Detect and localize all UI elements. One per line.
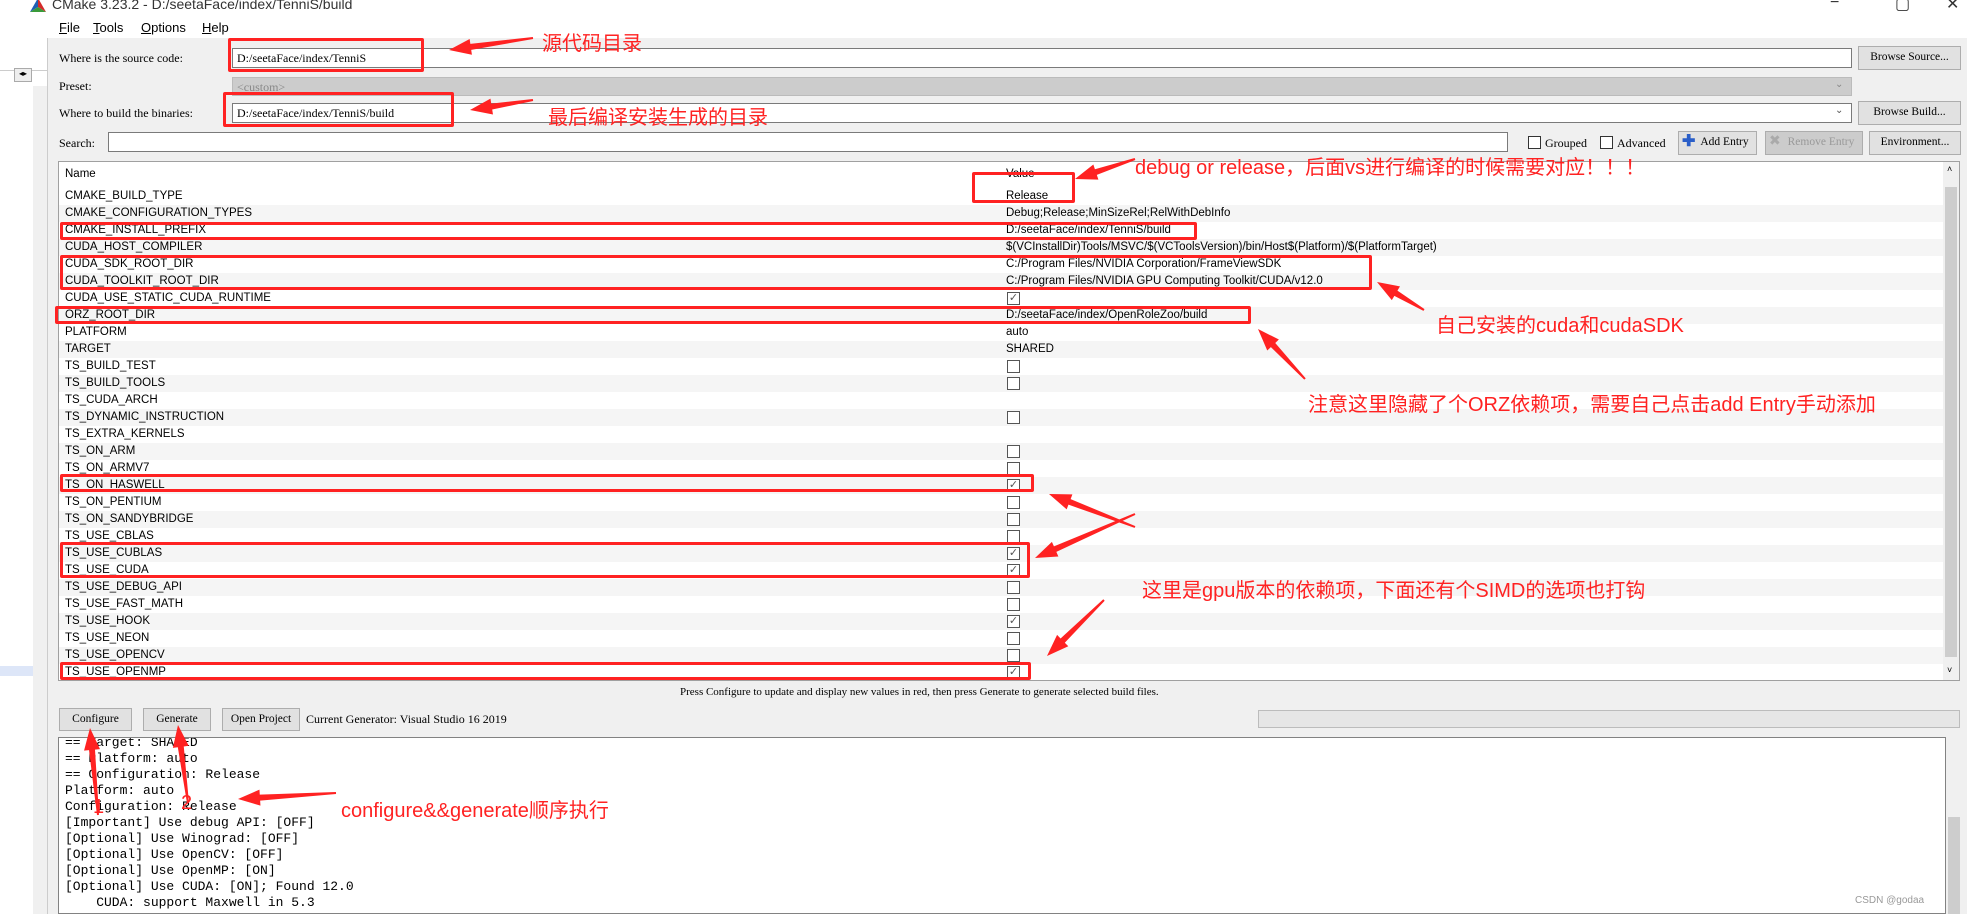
annotation-arrow: [172, 725, 189, 804]
annotation-arrow: [1377, 282, 1425, 311]
annotation-arrow: [1258, 329, 1306, 380]
annotation-arrow: [1075, 158, 1136, 180]
annotation-arrow: [1047, 599, 1105, 656]
annotation-arrow: [1049, 494, 1136, 528]
annotation-arrow: [84, 728, 100, 816]
annotation-arrow: [1035, 513, 1136, 558]
annotation-arrows: [84, 37, 1425, 816]
annotation-arrow: [238, 789, 337, 806]
annotation-arrow: [470, 98, 534, 115]
annotation-arrow: [449, 37, 534, 55]
